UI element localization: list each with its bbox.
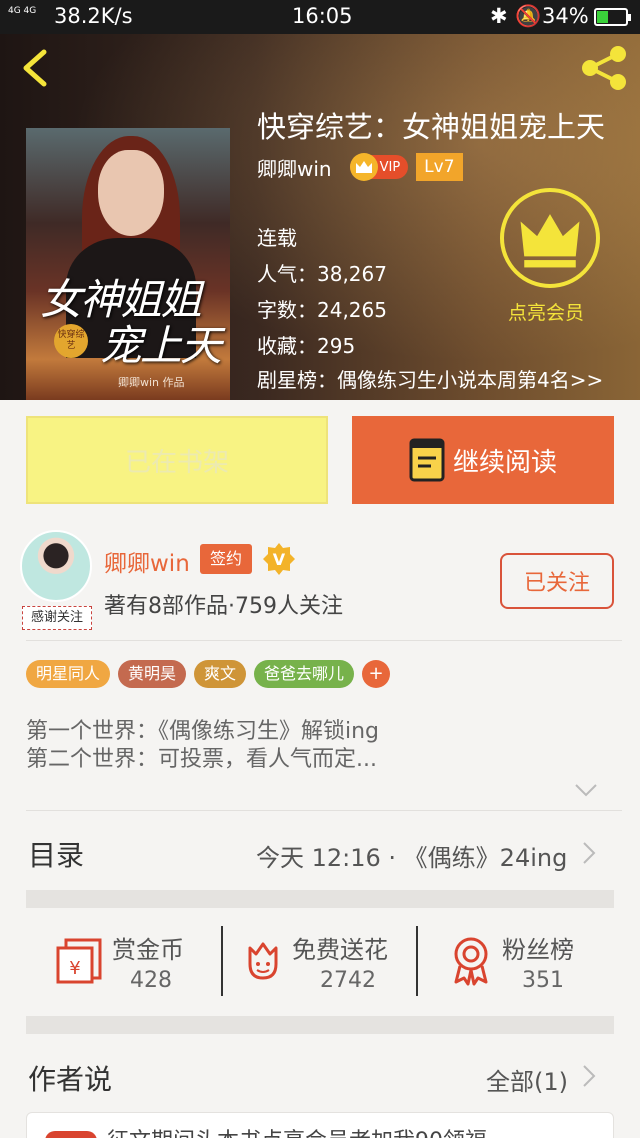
note-badge xyxy=(45,1131,97,1138)
book-title: 快穿综艺：女神姐姐宠上天 xyxy=(257,110,606,144)
level-badge: Lv7 xyxy=(416,153,463,181)
thanks-tag: 感谢关注 xyxy=(22,606,92,630)
book-cover[interactable]: 女神姐姐 快穿综艺 宠上天 卿卿win 作品 xyxy=(26,128,230,400)
toc-title[interactable]: 目录 xyxy=(28,834,84,874)
medal-icon[interactable] xyxy=(450,936,492,986)
back-icon[interactable] xyxy=(16,46,56,90)
favorites-count: 收藏：295 xyxy=(257,334,356,358)
author-says-title: 作者说 xyxy=(28,1063,113,1096)
divider xyxy=(221,926,223,996)
section-band xyxy=(26,1016,614,1034)
followed-button[interactable]: 已关注 xyxy=(500,553,614,609)
svg-text:V: V xyxy=(273,550,286,569)
signed-badge: 签约 xyxy=(200,544,252,574)
reward-label[interactable]: 赏金币 xyxy=(112,930,184,965)
popularity: 人气：38,267 xyxy=(257,262,387,286)
note-text: 征文期间头本书点亮会员者加我90领福 xyxy=(107,1123,487,1138)
book-icon xyxy=(409,438,445,482)
tag-item[interactable]: 明星同人 xyxy=(26,660,111,688)
clock: 16:05 xyxy=(292,4,353,28)
author-name[interactable]: 卿卿win xyxy=(104,544,190,578)
divider xyxy=(416,926,418,996)
chevron-down-icon[interactable] xyxy=(574,782,598,798)
author-says-all[interactable]: 全部(1) xyxy=(486,1062,568,1097)
flower-icon[interactable] xyxy=(242,938,284,984)
mute-icon: 🔕 xyxy=(515,4,542,28)
status-bar: 4G 4G 38.2K/s 16:05 ✱ 🔕 34% xyxy=(0,0,640,34)
network-speed: 38.2K/s xyxy=(54,4,133,28)
cover-face xyxy=(98,150,164,236)
cover-badge: 快穿综艺 xyxy=(54,324,88,358)
in-shelf-button[interactable]: 已在书架 xyxy=(26,416,328,504)
cover-title-line2: 宠上天 xyxy=(100,321,222,370)
tag-item[interactable]: 黄明昊 xyxy=(118,660,187,688)
author-works: 著有8部作品·759人关注 xyxy=(104,594,343,619)
tag-item[interactable]: 爽文 xyxy=(194,660,247,688)
continue-reading-label: 继续阅读 xyxy=(452,447,557,478)
description-line2: 第二个世界：可投票，看人气而定... xyxy=(26,747,377,772)
network-indicator: 4G 4G xyxy=(8,6,37,16)
word-count: 字数：24,265 xyxy=(257,298,387,322)
vip-badge: VIP xyxy=(349,153,409,181)
flower-value: 2742 xyxy=(320,968,376,993)
cover-byline: 卿卿win 作品 xyxy=(118,376,185,389)
crown-icon xyxy=(349,153,378,181)
latest-chapter[interactable]: 今天 12:16 · 《偶练》24ing xyxy=(256,838,567,873)
reward-value: 428 xyxy=(130,968,172,993)
author-note-card[interactable]: 征文期间头本书点亮会员者加我90领福 xyxy=(26,1112,614,1138)
author-avatar[interactable] xyxy=(20,530,92,602)
share-icon[interactable] xyxy=(578,42,630,94)
member-label[interactable]: 点亮会员 xyxy=(508,298,584,325)
chevron-right-icon[interactable] xyxy=(582,841,596,865)
flower-label[interactable]: 免费送花 xyxy=(292,930,388,965)
tag-item[interactable]: 爸爸去哪儿 xyxy=(254,660,355,688)
serial-status: 连载 xyxy=(257,226,297,250)
continue-reading-button[interactable]: 继续阅读 xyxy=(352,416,614,504)
member-crown-icon[interactable] xyxy=(500,188,600,288)
description-line1: 第一个世界：《偶像练习生》解锁ing xyxy=(26,719,380,744)
section-band xyxy=(26,890,614,908)
verified-icon: V xyxy=(263,543,295,575)
chevron-right-icon[interactable] xyxy=(582,1064,596,1088)
bluetooth-icon: ✱ xyxy=(490,4,508,28)
battery-percent: 34% xyxy=(542,4,589,28)
fans-label[interactable]: 粉丝榜 xyxy=(502,930,574,965)
red-envelope-icon[interactable]: ¥ xyxy=(56,938,104,984)
book-author[interactable]: 卿卿win xyxy=(257,153,332,182)
svg-text:¥: ¥ xyxy=(69,958,80,979)
author-row: 卿卿win VIP Lv7 xyxy=(257,152,463,182)
vip-label: VIP xyxy=(379,159,401,175)
fans-value: 351 xyxy=(522,968,564,993)
divider xyxy=(26,810,622,811)
tag-list: 明星同人 黄明昊 爽文 爸爸去哪儿 + xyxy=(26,660,391,688)
ranking-link[interactable]: 剧星榜：偶像练习生小说本周第4名>> xyxy=(257,364,603,393)
book-description: 第一个世界：《偶像练习生》解锁ing 第二个世界：可投票，看人气而定... xyxy=(26,718,379,774)
divider xyxy=(26,640,622,641)
add-tag-button[interactable]: + xyxy=(362,660,391,688)
battery-icon xyxy=(594,8,631,26)
